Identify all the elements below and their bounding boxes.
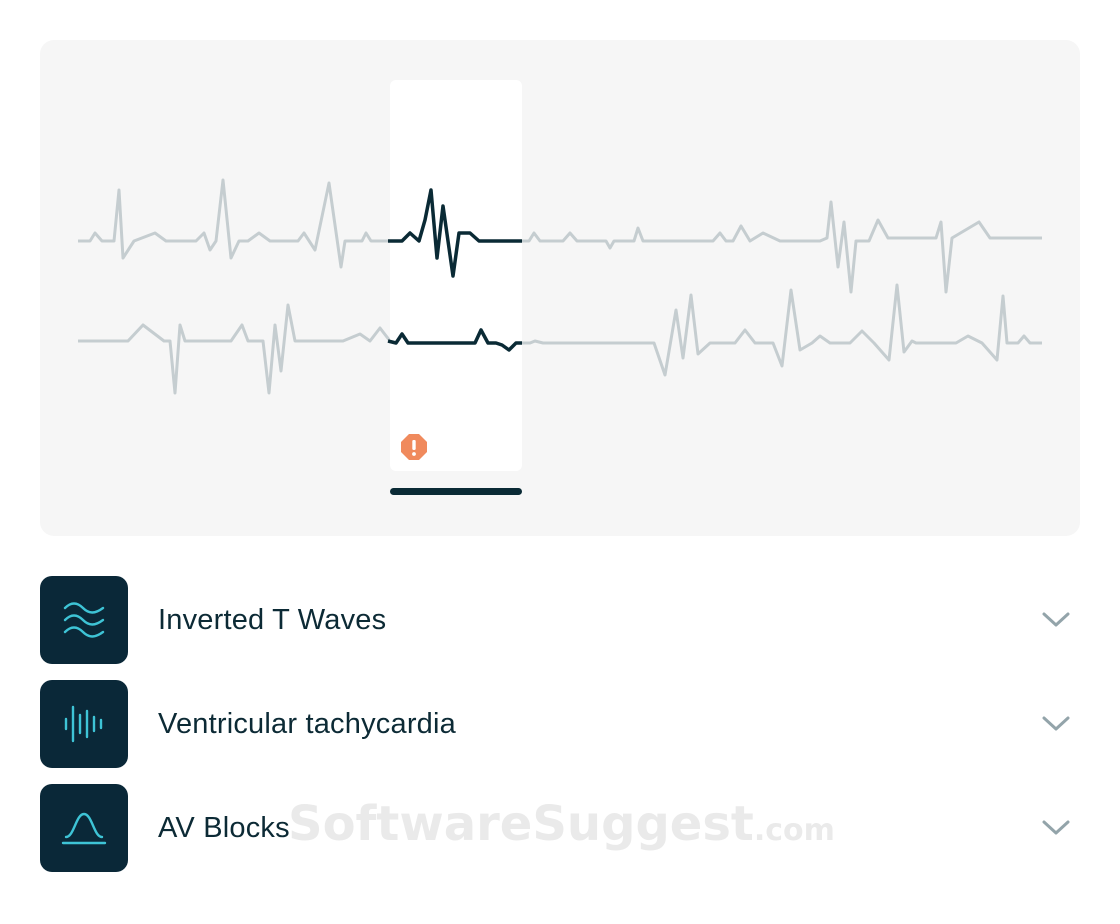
ecg-trace-lead-1-right bbox=[522, 200, 1042, 294]
condition-icon-tile bbox=[40, 576, 128, 664]
ecg-trace-lead-1-left bbox=[78, 178, 390, 269]
bell-curve-icon bbox=[61, 812, 107, 845]
condition-icon-tile bbox=[40, 784, 128, 872]
condition-label: Ventricular tachycardia bbox=[158, 707, 456, 740]
condition-icon-tile bbox=[40, 680, 128, 768]
condition-label: AV Blocks bbox=[158, 811, 290, 844]
condition-row-av-blocks[interactable]: AV Blocks bbox=[40, 784, 1080, 872]
condition-list: Inverted T Waves Ventricular tachycardia bbox=[40, 576, 1080, 888]
selection-card[interactable] bbox=[390, 80, 522, 471]
waves-icon bbox=[63, 602, 105, 638]
frequency-bars-icon bbox=[64, 705, 103, 743]
condition-row-inverted-t-waves[interactable]: Inverted T Waves bbox=[40, 576, 1080, 664]
condition-row-ventricular-tachycardia[interactable]: Ventricular tachycardia bbox=[40, 680, 1080, 768]
ecg-trace-lead-2-left bbox=[78, 303, 392, 395]
ecg-trace-lead-2-right bbox=[522, 283, 1042, 377]
condition-label: Inverted T Waves bbox=[158, 603, 387, 636]
selection-scrubber[interactable] bbox=[390, 488, 522, 495]
ecg-chart bbox=[78, 80, 1042, 495]
chevron-down-icon[interactable] bbox=[1036, 808, 1076, 848]
chevron-down-icon[interactable] bbox=[1036, 600, 1076, 640]
chevron-down-icon[interactable] bbox=[1036, 704, 1076, 744]
